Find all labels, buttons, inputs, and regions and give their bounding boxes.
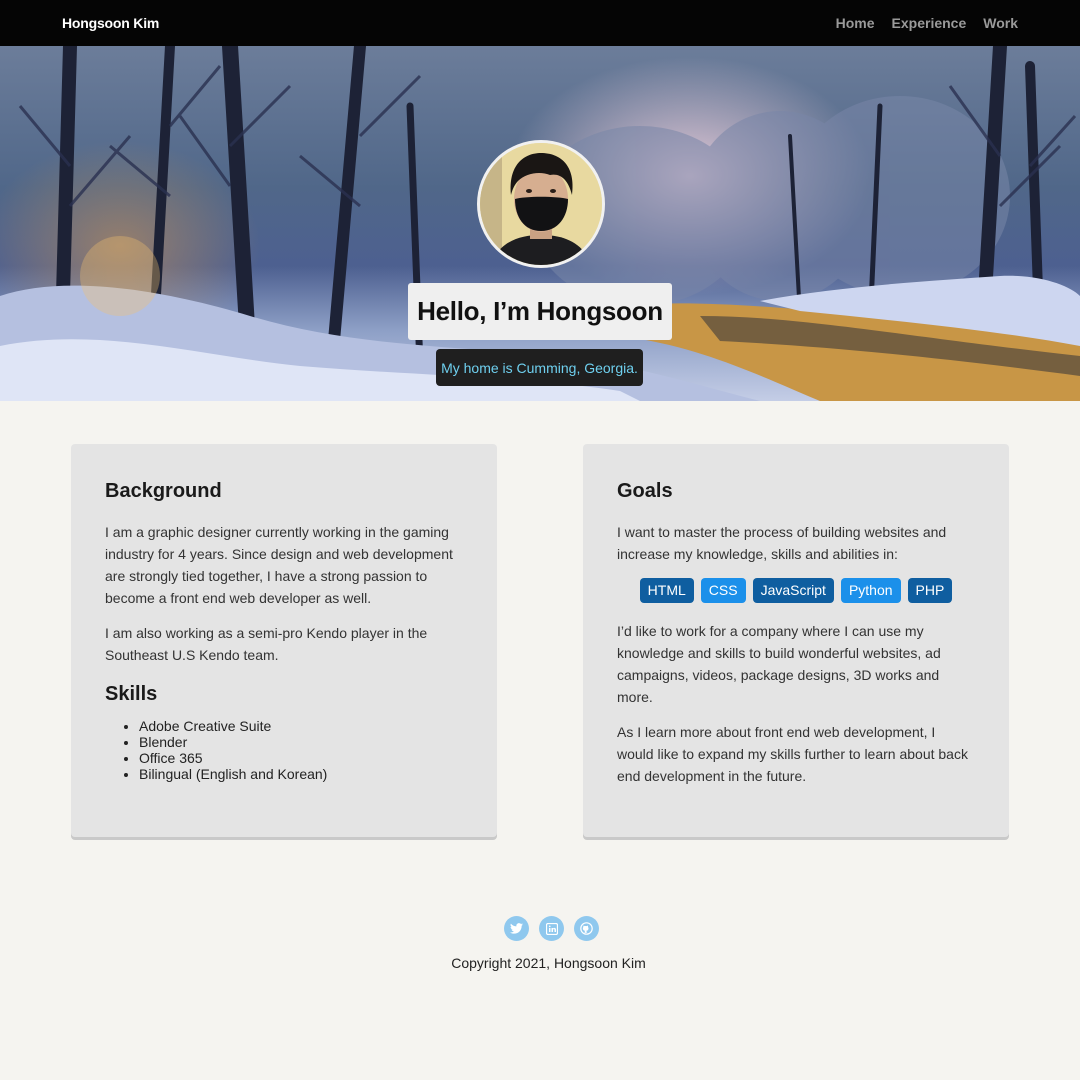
profile-photo	[480, 143, 602, 265]
hero-subtitle-box: My home is Cumming, Georgia.	[436, 349, 643, 386]
brand-link[interactable]: Hongsoon Kim	[62, 15, 159, 31]
goals-heading: Goals	[617, 480, 673, 502]
nav-links: Home Experience Work	[836, 15, 1018, 31]
badge-javascript[interactable]: JavaScript	[752, 578, 834, 603]
nav-link-home[interactable]: Home	[836, 15, 875, 31]
background-card: Background I am a graphic designer curre…	[71, 444, 497, 837]
copyright-text: Copyright 2021, Hongsoon Kim	[451, 955, 646, 971]
badge-css[interactable]: CSS	[700, 578, 746, 603]
background-heading: Background	[105, 480, 222, 502]
goals-paragraph: As I learn more about front end web deve…	[617, 724, 968, 784]
github-icon[interactable]	[574, 916, 599, 941]
nav-link-work[interactable]: Work	[983, 15, 1018, 31]
badge-python[interactable]: Python	[840, 578, 901, 603]
badge-html[interactable]: HTML	[639, 578, 694, 603]
background-paragraph: I am a graphic designer currently workin…	[105, 524, 453, 606]
goals-paragraph: I’d like to work for a company where I c…	[617, 623, 941, 705]
goals-card: Goals I want to master the process of bu…	[583, 444, 1009, 837]
tech-badges: HTML CSS JavaScript Python PHP	[617, 578, 975, 603]
profile-avatar	[477, 140, 605, 268]
social-links	[504, 916, 599, 941]
skills-list: Adobe Creative Suite Blender Office 365 …	[105, 718, 463, 782]
goals-intro: I want to master the process of building…	[617, 524, 947, 562]
skill-item: Bilingual (English and Korean)	[139, 766, 463, 782]
linkedin-icon[interactable]	[539, 916, 564, 941]
hero-subtitle: My home is Cumming, Georgia.	[441, 359, 638, 376]
skill-item: Office 365	[139, 750, 463, 766]
skill-item: Adobe Creative Suite	[139, 718, 463, 734]
twitter-icon[interactable]	[504, 916, 529, 941]
nav-link-experience[interactable]: Experience	[892, 15, 967, 31]
hero-banner: Hello, I’m Hongsoon My home is Cumming, …	[0, 46, 1080, 401]
hero-title: Hello, I’m Hongsoon	[417, 296, 663, 326]
navbar: Hongsoon Kim Home Experience Work	[0, 0, 1080, 46]
badge-php[interactable]: PHP	[907, 578, 953, 603]
hero-title-box: Hello, I’m Hongsoon	[408, 283, 672, 340]
skills-heading: Skills	[105, 683, 158, 705]
background-paragraph: I am also working as a semi-pro Kendo pl…	[105, 625, 428, 663]
skill-item: Blender	[139, 734, 463, 750]
